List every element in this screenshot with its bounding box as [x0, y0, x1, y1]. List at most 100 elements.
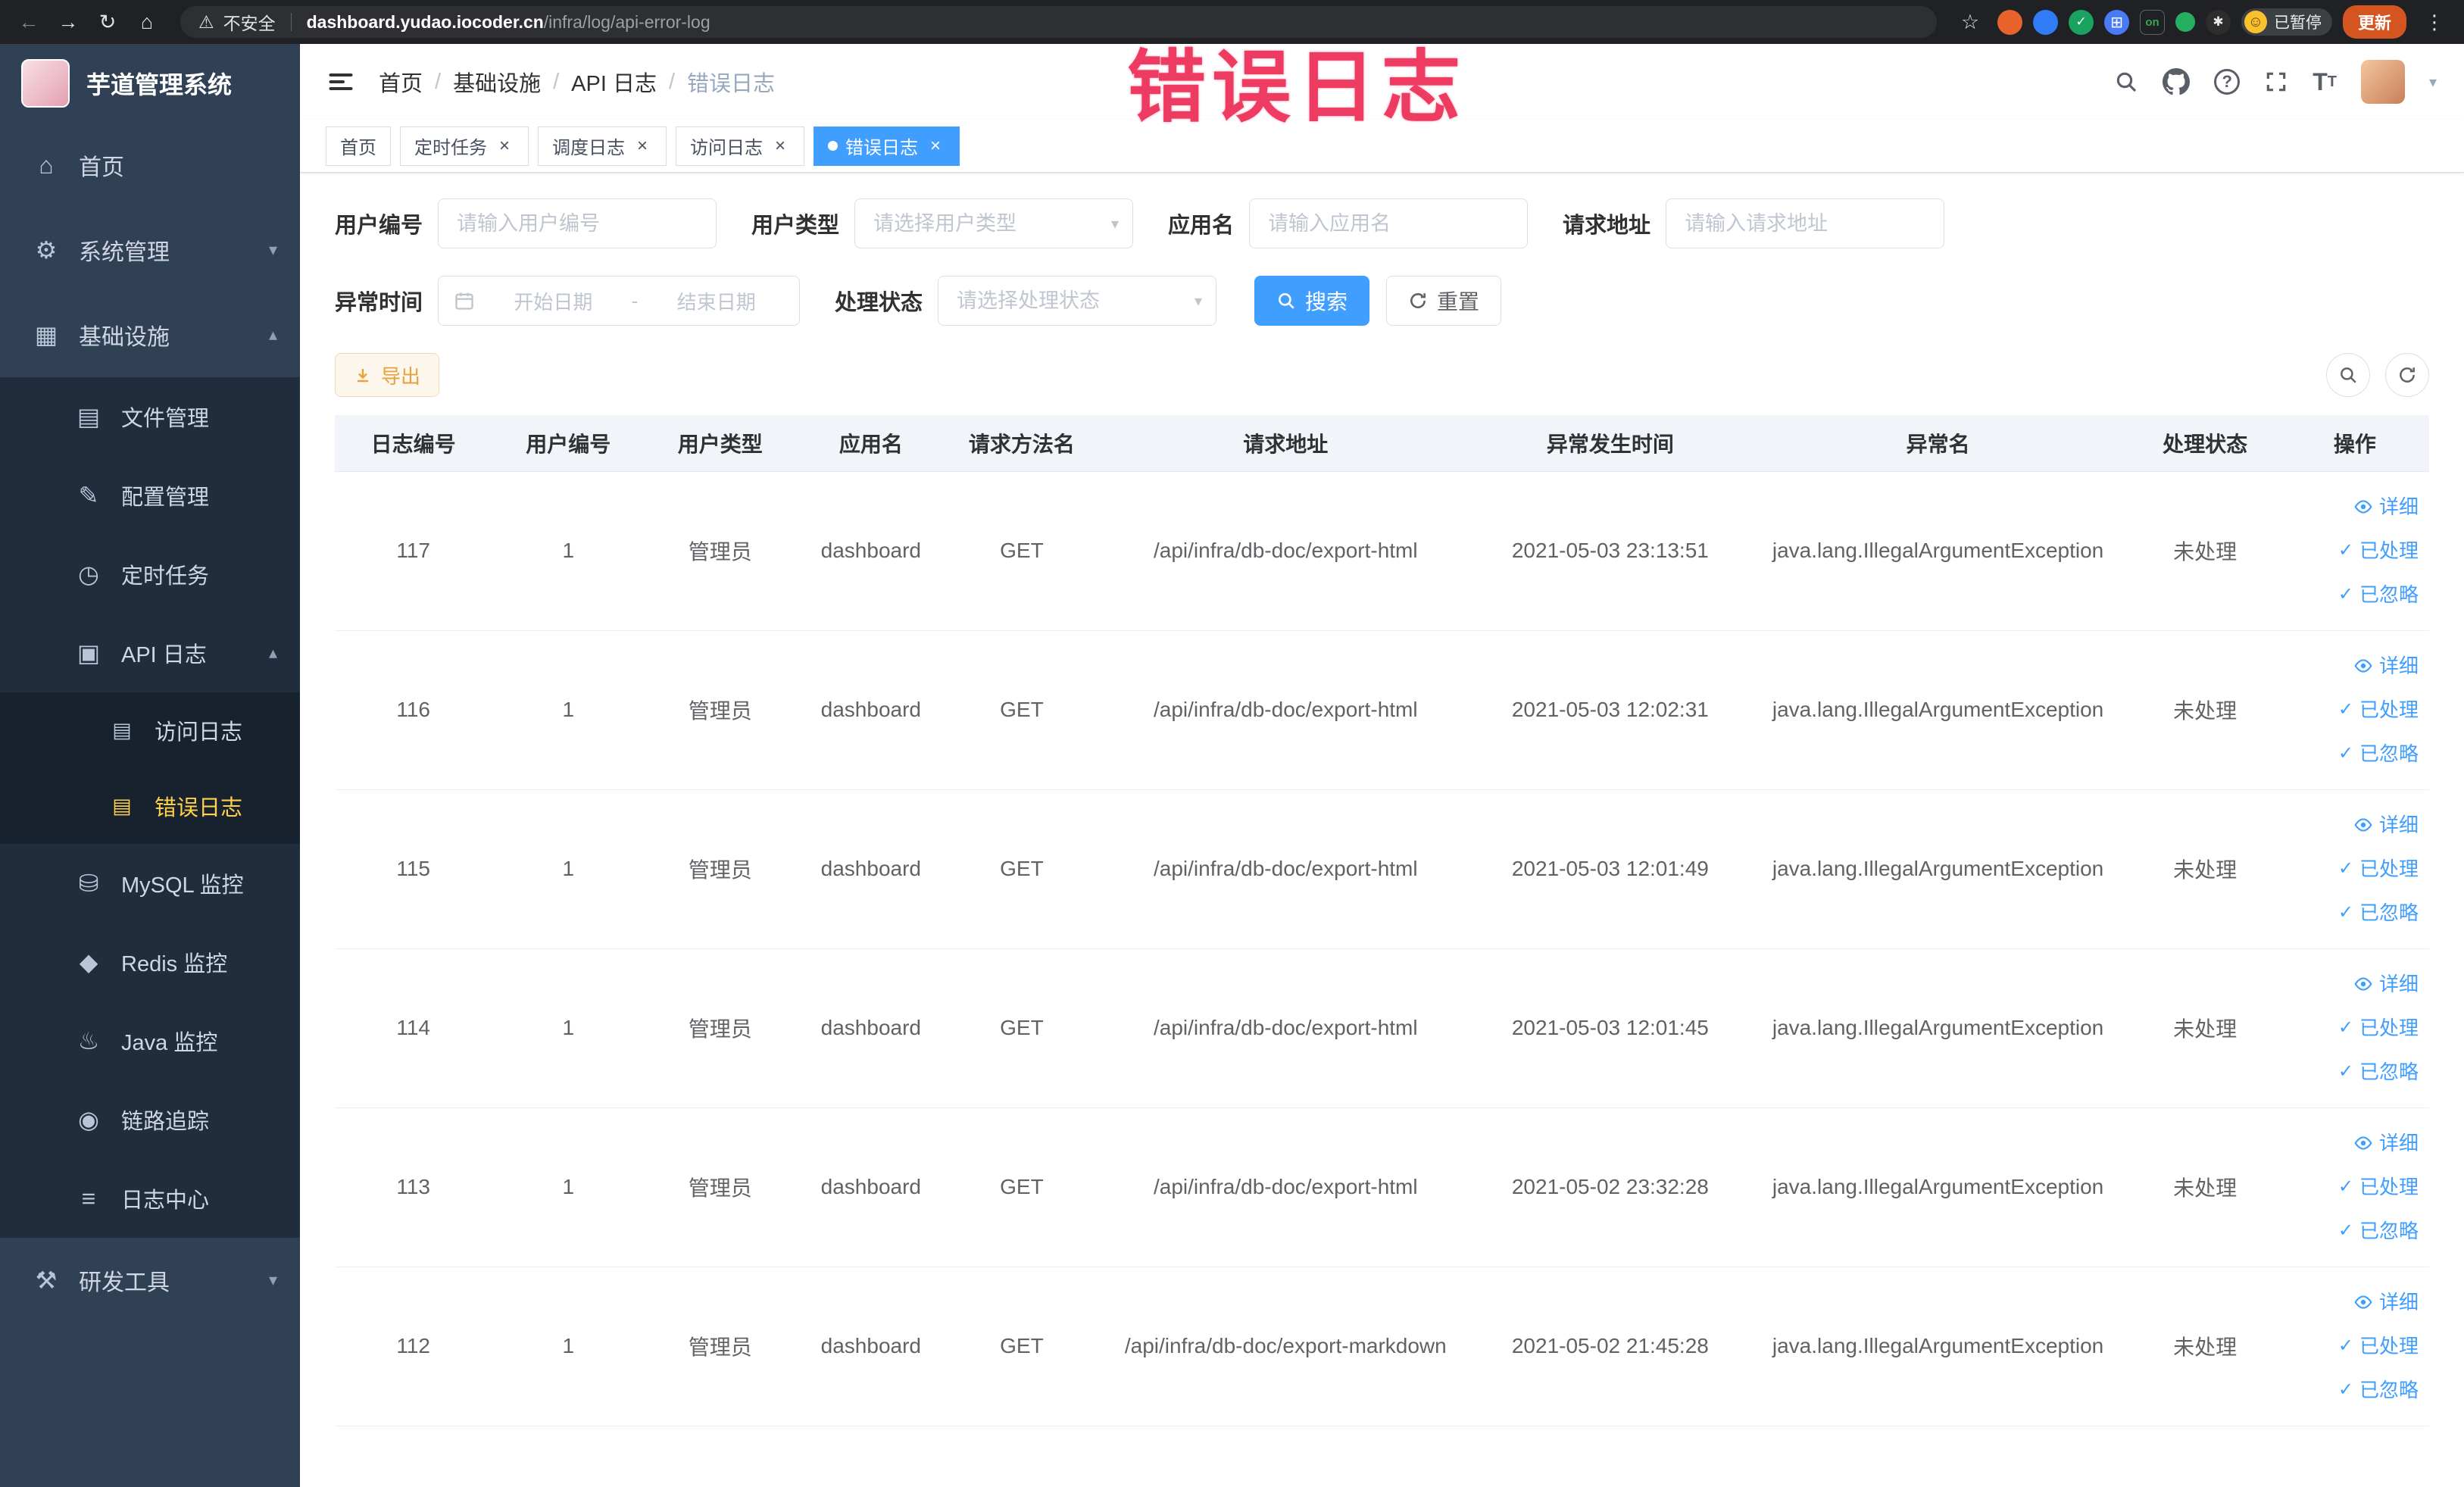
tab-access-log[interactable]: 访问日志 × — [676, 126, 804, 166]
reset-button[interactable]: 重置 — [1386, 276, 1502, 326]
tab-label: 调度日志 — [552, 138, 625, 158]
extension-grid-icon[interactable]: ⊞ — [2103, 9, 2129, 35]
tab-home[interactable]: 首页 — [326, 126, 391, 166]
action-processed-link[interactable]: ✓ 已处理 — [2288, 529, 2419, 573]
toggle-search-button[interactable] — [2326, 353, 2370, 397]
action-processed-link[interactable]: ✓ 已处理 — [2288, 1324, 2419, 1368]
action-ignore-link[interactable]: ✓ 已忽略 — [2288, 1368, 2419, 1412]
sidebar-item-home[interactable]: ⌂ 首页 — [0, 123, 300, 208]
action-ignore-link[interactable]: ✓ 已忽略 — [2288, 1209, 2419, 1253]
user-type-select[interactable] — [855, 199, 1133, 248]
close-icon[interactable]: × — [495, 136, 514, 156]
tab-job-log[interactable]: 调度日志 × — [538, 126, 667, 166]
sidebar-item-api-logs[interactable]: ▣ API 日志 ▴ — [0, 614, 300, 692]
close-icon[interactable]: × — [632, 136, 652, 156]
close-icon[interactable]: × — [926, 136, 945, 156]
profile-paused-badge[interactable]: ☺ 已暂停 — [2241, 8, 2332, 36]
eye-icon — [2354, 659, 2372, 673]
action-detail-link[interactable]: 详细 — [2288, 1121, 2419, 1165]
action-processed-link[interactable]: ✓ 已处理 — [2288, 1006, 2419, 1050]
search-button[interactable]: 搜索 — [1254, 276, 1370, 326]
extension-leaf-icon[interactable] — [2175, 12, 2195, 32]
sidebar-item-label: 日志中心 — [121, 1189, 210, 1213]
action-detail-link[interactable]: 详细 — [2288, 803, 2419, 847]
fullscreen-icon[interactable] — [2264, 70, 2288, 94]
check-icon: ✓ — [2338, 1379, 2353, 1400]
date-range-picker[interactable]: 开始日期 - 结束日期 — [438, 276, 801, 326]
check-icon: ✓ — [2338, 1176, 2353, 1197]
extension-paw-icon[interactable]: ✱ — [2205, 9, 2231, 35]
action-detail-link[interactable]: 详细 — [2288, 644, 2419, 688]
action-detail-link[interactable]: 详细 — [2288, 1280, 2419, 1324]
back-button[interactable]: ← — [12, 5, 45, 39]
breadcrumb-item[interactable]: 基础设施 — [453, 66, 541, 98]
breadcrumb-separator: / — [553, 69, 560, 94]
action-ignore-link[interactable]: ✓ 已忽略 — [2288, 732, 2419, 776]
reload-button[interactable]: ↻ — [91, 5, 124, 39]
tab-label: 错误日志 — [845, 138, 918, 158]
breadcrumb-item[interactable]: API 日志 — [571, 66, 657, 98]
extension-green-icon[interactable]: ✓ — [2068, 9, 2094, 35]
action-processed-link[interactable]: ✓ 已处理 — [2288, 847, 2419, 891]
breadcrumb-item: 错误日志 — [687, 72, 776, 96]
action-processed-link[interactable]: ✓ 已处理 — [2288, 688, 2419, 732]
user-avatar[interactable] — [2360, 60, 2405, 104]
end-date-placeholder[interactable]: 结束日期 — [648, 287, 784, 315]
help-icon[interactable]: ? — [2214, 69, 2241, 95]
action-ignore-link[interactable]: ✓ 已忽略 — [2288, 1050, 2419, 1094]
extension-drop-icon[interactable] — [2032, 9, 2058, 35]
sidebar-item-file-management[interactable]: ▤ 文件管理 — [0, 377, 300, 456]
app-layout: 芋道管理系统 ⌂ 首页 ⚙ 系统管理 ▾ ▦ 基础设施 ▴ ▤ 文件管理 ✎ 配置管理 ◷ 定时任务 ▣ AP… — [0, 44, 2464, 1487]
sidebar-item-error-log[interactable]: ▤ 错误日志 — [0, 768, 300, 844]
sidebar-item-infrastructure[interactable]: ▦ 基础设施 ▴ — [0, 292, 300, 377]
bookmark-star-icon[interactable]: ☆ — [1953, 5, 1987, 39]
refresh-table-button[interactable] — [2385, 353, 2429, 397]
action-processed-link[interactable]: ✓ 已处理 — [2288, 1165, 2419, 1209]
sidebar-item-scheduled-tasks[interactable]: ◷ 定时任务 — [0, 535, 300, 614]
app-name-input[interactable] — [1250, 199, 1528, 248]
tab-cron[interactable]: 定时任务 × — [400, 126, 529, 166]
sidebar-item-dev-tools[interactable]: ⚒ 研发工具 ▾ — [0, 1238, 300, 1323]
extension-on-badge-icon[interactable]: on — [2139, 9, 2165, 35]
cell-time: 2021-05-03 12:01:45 — [1474, 948, 1747, 1108]
sidebar-item-config-management[interactable]: ✎ 配置管理 — [0, 456, 300, 535]
browser-home-button[interactable]: ⌂ — [130, 5, 164, 39]
action-detail-link[interactable]: 详细 — [2288, 485, 2419, 529]
sidebar-item-trace[interactable]: ◉ 链路追踪 — [0, 1080, 300, 1159]
start-date-placeholder[interactable]: 开始日期 — [486, 287, 621, 315]
breadcrumb-separator: / — [668, 69, 676, 94]
table-toolbar-right — [2326, 353, 2429, 397]
cell-exception: java.lang.IllegalArgumentException — [1746, 1107, 2130, 1267]
extension-adblock-icon[interactable] — [1997, 9, 2022, 35]
browser-update-button[interactable]: 更新 — [2342, 5, 2406, 39]
chevron-down-icon[interactable]: ▾ — [2429, 73, 2437, 92]
user-id-input[interactable] — [439, 199, 717, 248]
cell-method: GET — [946, 630, 1098, 790]
sidebar-item-system-management[interactable]: ⚙ 系统管理 ▾ — [0, 208, 300, 292]
cell-status: 未处理 — [2129, 948, 2281, 1108]
action-detail-link[interactable]: 详细 — [2288, 962, 2419, 1006]
browser-menu-icon[interactable]: ⋮ — [2417, 11, 2452, 34]
sidebar-item-java-monitor[interactable]: ♨ Java 监控 — [0, 1001, 300, 1080]
tab-error-log[interactable]: 错误日志 × — [814, 126, 960, 166]
sidebar-item-redis-monitor[interactable]: ◆ Redis 监控 — [0, 923, 300, 1001]
sidebar-item-log-center[interactable]: ≡ 日志中心 — [0, 1159, 300, 1238]
sidebar-logo[interactable]: 芋道管理系统 — [0, 44, 300, 123]
breadcrumb-item[interactable]: 首页 — [379, 66, 423, 98]
export-button[interactable]: 导出 — [335, 353, 440, 397]
request-url-input[interactable] — [1666, 199, 1944, 248]
process-status-label: 处理状态 — [835, 291, 923, 315]
hamburger-icon[interactable] — [327, 68, 354, 95]
cell-id: 114 — [335, 948, 492, 1108]
font-size-icon[interactable]: TT — [2313, 70, 2337, 94]
search-icon[interactable] — [2114, 70, 2138, 94]
process-status-select[interactable] — [938, 276, 1216, 325]
action-ignore-link[interactable]: ✓ 已忽略 — [2288, 891, 2419, 935]
action-ignore-link[interactable]: ✓ 已忽略 — [2288, 573, 2419, 617]
github-icon[interactable] — [2163, 68, 2191, 95]
sidebar-item-mysql-monitor[interactable]: ⛁ MySQL 监控 — [0, 844, 300, 923]
url-bar[interactable]: ⚠ 不安全 dashboard.yudao.iocoder.cn/infra/l… — [180, 6, 1937, 38]
forward-button[interactable]: → — [52, 5, 85, 39]
sidebar-item-access-log[interactable]: ▤ 访问日志 — [0, 692, 300, 768]
close-icon[interactable]: × — [770, 136, 790, 156]
